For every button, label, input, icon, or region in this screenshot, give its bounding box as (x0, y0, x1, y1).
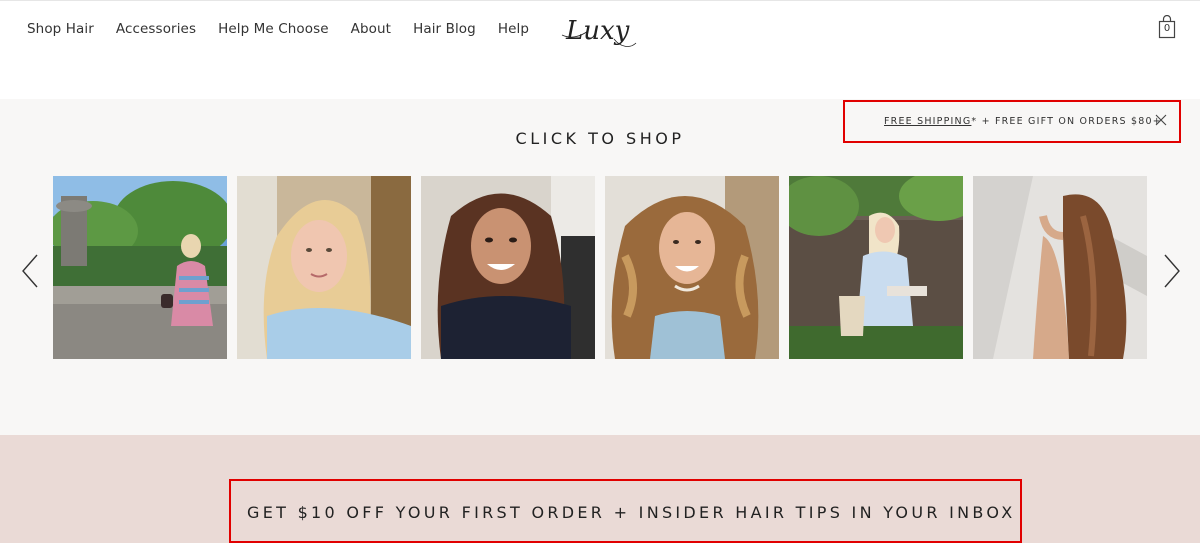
nav-hair-blog[interactable]: Hair Blog (413, 21, 476, 37)
promo-text: FREE SHIPPING* + FREE GIFT ON ORDERS $80… (884, 116, 1162, 127)
photo-carousel (53, 176, 1149, 359)
svg-text:Luxy: Luxy (565, 16, 630, 46)
cart-button[interactable]: 0 (1158, 14, 1176, 39)
carousel-photo-2[interactable] (237, 176, 411, 359)
carousel-photo-5[interactable] (789, 176, 963, 359)
chevron-right-icon[interactable] (1162, 253, 1182, 289)
luxy-logo[interactable]: Luxy (560, 9, 640, 53)
close-icon[interactable] (1153, 112, 1169, 128)
carousel-photo-4[interactable] (605, 176, 779, 359)
cart-count: 0 (1163, 23, 1171, 34)
nav-shop-hair[interactable]: Shop Hair (27, 21, 94, 37)
main-nav: Shop Hair Accessories Help Me Choose Abo… (27, 21, 551, 37)
nav-help[interactable]: Help (498, 21, 529, 37)
chevron-left-icon[interactable] (20, 253, 40, 289)
carousel-photo-3[interactable] (421, 176, 595, 359)
free-shipping-link[interactable]: FREE SHIPPING (884, 116, 971, 127)
newsletter-headline: GET $10 OFF YOUR FIRST ORDER + INSIDER H… (247, 503, 1016, 522)
promo-rest-text: * + FREE GIFT ON ORDERS $80+ (971, 116, 1162, 127)
newsletter-section: GET $10 OFF YOUR FIRST ORDER + INSIDER H… (0, 435, 1200, 543)
carousel-photo-6[interactable] (973, 176, 1147, 359)
carousel-photo-1[interactable] (53, 176, 227, 359)
nav-accessories[interactable]: Accessories (116, 21, 196, 37)
click-to-shop-section: FREE SHIPPING* + FREE GIFT ON ORDERS $80… (0, 99, 1200, 435)
section-title: CLICK TO SHOP (515, 129, 685, 148)
nav-about[interactable]: About (351, 21, 391, 37)
nav-help-me-choose[interactable]: Help Me Choose (218, 21, 329, 37)
newsletter-highlight: GET $10 OFF YOUR FIRST ORDER + INSIDER H… (229, 479, 1022, 543)
site-header: Shop Hair Accessories Help Me Choose Abo… (0, 0, 1200, 99)
